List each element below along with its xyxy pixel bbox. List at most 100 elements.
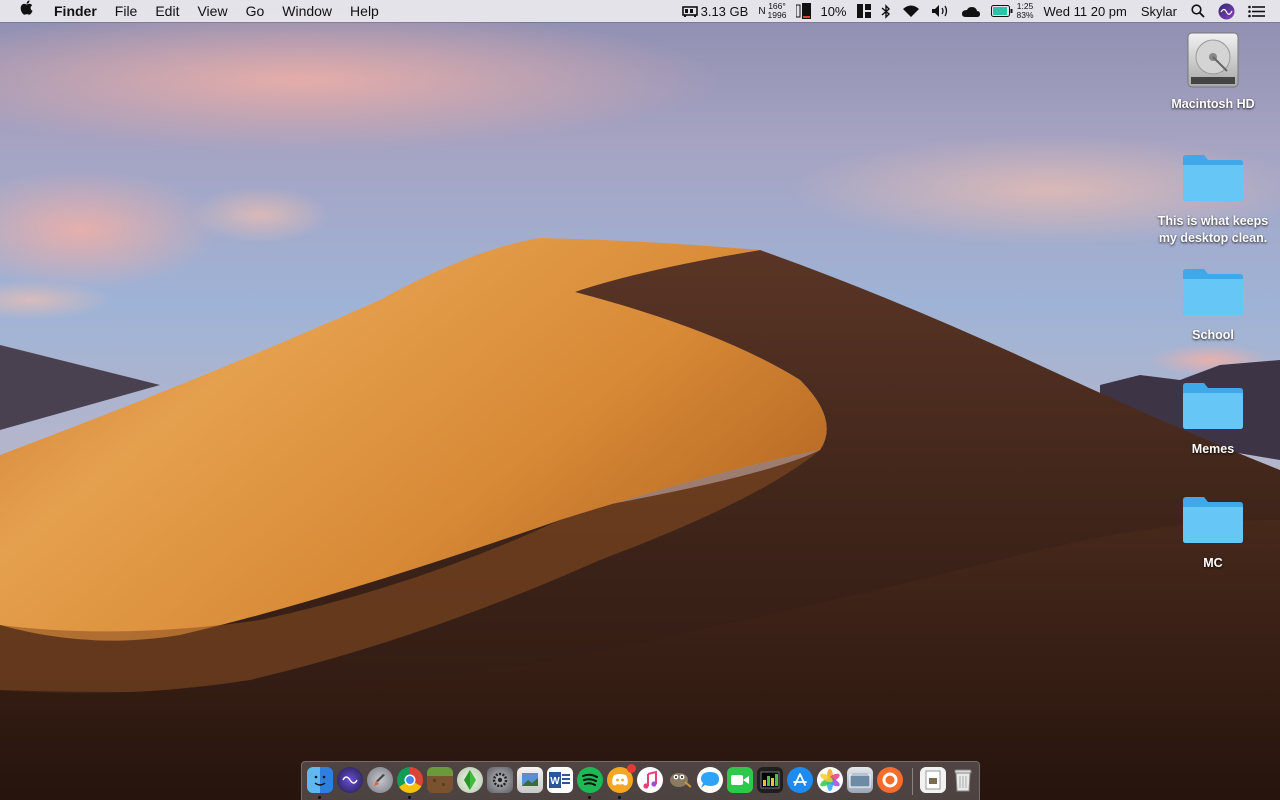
bluetooth-icon bbox=[881, 3, 890, 19]
dock-app-documents[interactable] bbox=[920, 767, 946, 793]
desktop-item-label: School bbox=[1192, 328, 1234, 342]
dock-app-trash[interactable] bbox=[950, 767, 976, 793]
memory-status[interactable]: 3.13 GB bbox=[677, 0, 754, 22]
chrome-center-icon bbox=[404, 774, 416, 786]
desktop-item-folder-memes[interactable]: Memes bbox=[1148, 375, 1278, 458]
dock-separator bbox=[912, 768, 913, 795]
desktop-item-folder-school[interactable]: School bbox=[1148, 261, 1278, 344]
dock-app-activity-monitor[interactable] bbox=[757, 767, 783, 793]
dock-app-chrome[interactable] bbox=[397, 767, 423, 793]
fan-speed-value: 1996 bbox=[767, 10, 787, 20]
window-grid-icon bbox=[856, 4, 871, 18]
rocket-icon bbox=[374, 774, 385, 786]
menu-edit[interactable]: Edit bbox=[146, 0, 188, 22]
dock-app-word[interactable]: W bbox=[547, 767, 573, 793]
message-bubble-icon bbox=[701, 772, 719, 788]
wifi-icon bbox=[902, 5, 919, 17]
folder-icon bbox=[1183, 155, 1243, 201]
desktop-item-folder-mc[interactable]: MC bbox=[1148, 489, 1278, 572]
dock-app-system-preferences[interactable] bbox=[487, 767, 513, 793]
menu-file[interactable]: File bbox=[106, 0, 147, 22]
document-stack-icon bbox=[925, 770, 941, 790]
dock-app-finder[interactable] bbox=[307, 767, 333, 793]
desktop-item-folder-clean[interactable]: This is what keeps my desktop clean. bbox=[1148, 147, 1278, 247]
dock-app-app-store[interactable] bbox=[787, 767, 813, 793]
dock-app-origin[interactable] bbox=[877, 767, 903, 793]
grass-block-icon bbox=[433, 779, 445, 786]
wifi-status[interactable] bbox=[896, 0, 926, 22]
temperature-status[interactable]: N 166° 1996 bbox=[753, 0, 791, 22]
memory-chip-icon bbox=[681, 6, 698, 17]
clock[interactable]: Wed 11 20 pm bbox=[1039, 0, 1132, 22]
discord-icon bbox=[612, 774, 628, 786]
video-camera-icon bbox=[731, 775, 749, 785]
spotlight-button[interactable] bbox=[1186, 0, 1210, 22]
menu-view[interactable]: View bbox=[188, 0, 236, 22]
dock-app-launchpad[interactable] bbox=[367, 767, 393, 793]
photo-preview-icon bbox=[522, 773, 538, 786]
menu-bar: Finder File Edit View Go Window Help 3.1… bbox=[0, 0, 1280, 22]
photos-flower-icon bbox=[820, 769, 840, 791]
dock-app-discord[interactable] bbox=[607, 764, 636, 793]
dock-app-siri[interactable] bbox=[337, 767, 363, 793]
battery-percent: 83% bbox=[1016, 10, 1034, 20]
dock-app-itunes[interactable] bbox=[637, 767, 663, 793]
folder-icon bbox=[1183, 497, 1243, 543]
folder-icon bbox=[1183, 269, 1243, 315]
dock-app-minecraft[interactable] bbox=[427, 767, 453, 793]
gear-icon bbox=[492, 772, 508, 788]
menu-help[interactable]: Help bbox=[341, 0, 388, 22]
menu-window[interactable]: Window bbox=[273, 0, 341, 22]
notification-center-button[interactable] bbox=[1243, 0, 1270, 22]
bluetooth-status[interactable] bbox=[876, 0, 896, 22]
desktop-item-label: This is what keeps my desktop clean. bbox=[1157, 214, 1269, 245]
menu-app-finder[interactable]: Finder bbox=[45, 0, 106, 22]
dock-app-photos[interactable] bbox=[817, 767, 843, 793]
siri-button[interactable] bbox=[1210, 0, 1243, 22]
cpu-bars-icon bbox=[796, 3, 812, 19]
user-account[interactable]: Skylar bbox=[1132, 0, 1186, 22]
trash-icon bbox=[954, 769, 972, 792]
dock-app-image-capture[interactable] bbox=[847, 767, 873, 793]
svg-text:W: W bbox=[550, 776, 560, 787]
apple-logo-icon bbox=[20, 0, 33, 15]
cloud-icon bbox=[961, 6, 980, 17]
desktop-item-label: MC bbox=[1203, 556, 1223, 570]
desktop-item-macintosh-hd[interactable]: Macintosh HD bbox=[1148, 30, 1278, 113]
activity-graph-icon bbox=[760, 771, 780, 789]
apple-menu[interactable] bbox=[0, 0, 45, 22]
word-icon: W bbox=[549, 772, 570, 788]
desktop-item-label: Memes bbox=[1191, 442, 1235, 456]
dock-app-preview[interactable] bbox=[517, 767, 543, 793]
plumbob-icon bbox=[464, 770, 476, 790]
hard-drive-icon bbox=[1187, 32, 1239, 88]
gimp-icon bbox=[670, 773, 693, 789]
battery-icon bbox=[990, 5, 1012, 17]
dock-app-gimp[interactable] bbox=[667, 767, 693, 793]
dock: W bbox=[301, 761, 980, 800]
memory-value: 3.13 GB bbox=[700, 3, 749, 19]
desktop-wallpaper bbox=[0, 0, 1280, 800]
cpu-usage-value: 10% bbox=[820, 3, 847, 19]
siri-icon bbox=[1218, 3, 1235, 19]
search-icon bbox=[1191, 4, 1205, 18]
dock-app-spotify[interactable] bbox=[577, 767, 603, 793]
origin-icon bbox=[882, 772, 898, 788]
cpu-label: N bbox=[758, 5, 766, 17]
dock-app-facetime[interactable] bbox=[727, 767, 753, 793]
cpu-usage-status[interactable]: 10% bbox=[791, 0, 851, 22]
volume-icon bbox=[931, 5, 947, 17]
volume-status[interactable] bbox=[926, 0, 956, 22]
battery-status[interactable]: 1:25 83% bbox=[986, 0, 1039, 22]
window-manager-status[interactable] bbox=[852, 0, 876, 22]
menu-go[interactable]: Go bbox=[237, 0, 274, 22]
dock-app-sims[interactable] bbox=[457, 767, 483, 793]
finder-face-icon bbox=[314, 775, 326, 786]
spotify-icon bbox=[582, 773, 598, 786]
notification-badge bbox=[627, 764, 636, 773]
dock-app-messages[interactable] bbox=[697, 767, 723, 793]
folder-icon bbox=[1183, 383, 1243, 429]
photo-stack-icon bbox=[849, 773, 871, 788]
music-note-icon bbox=[643, 771, 657, 789]
cloud-status[interactable] bbox=[956, 0, 986, 22]
